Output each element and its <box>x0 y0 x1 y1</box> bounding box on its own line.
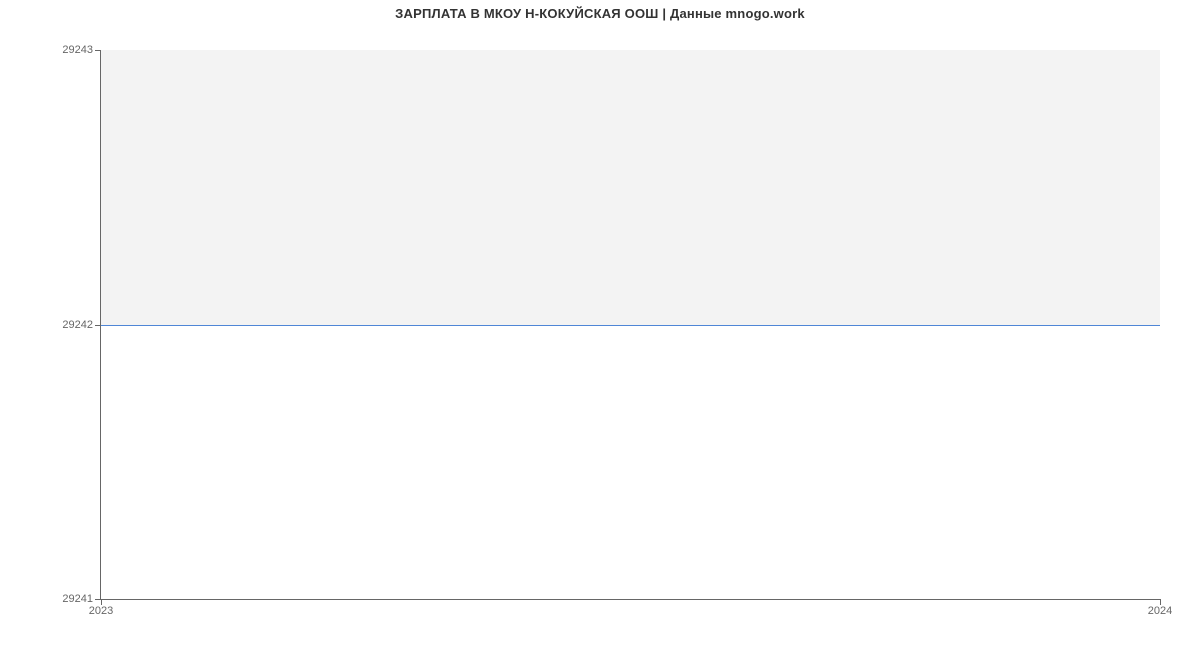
chart-title: ЗАРПЛАТА В МКОУ Н-КОКУЙСКАЯ ООШ | Данные… <box>0 6 1200 21</box>
x-tick-label: 2023 <box>89 599 113 617</box>
y-tick-label: 29242 <box>62 319 101 331</box>
plot-area: 29241 29242 29243 2023 2024 <box>100 50 1160 600</box>
data-line <box>101 325 1160 326</box>
plot-shade <box>101 50 1160 325</box>
y-tick-label: 29243 <box>62 44 101 56</box>
chart-container: ЗАРПЛАТА В МКОУ Н-КОКУЙСКАЯ ООШ | Данные… <box>0 0 1200 650</box>
x-tick-label: 2024 <box>1148 599 1172 617</box>
